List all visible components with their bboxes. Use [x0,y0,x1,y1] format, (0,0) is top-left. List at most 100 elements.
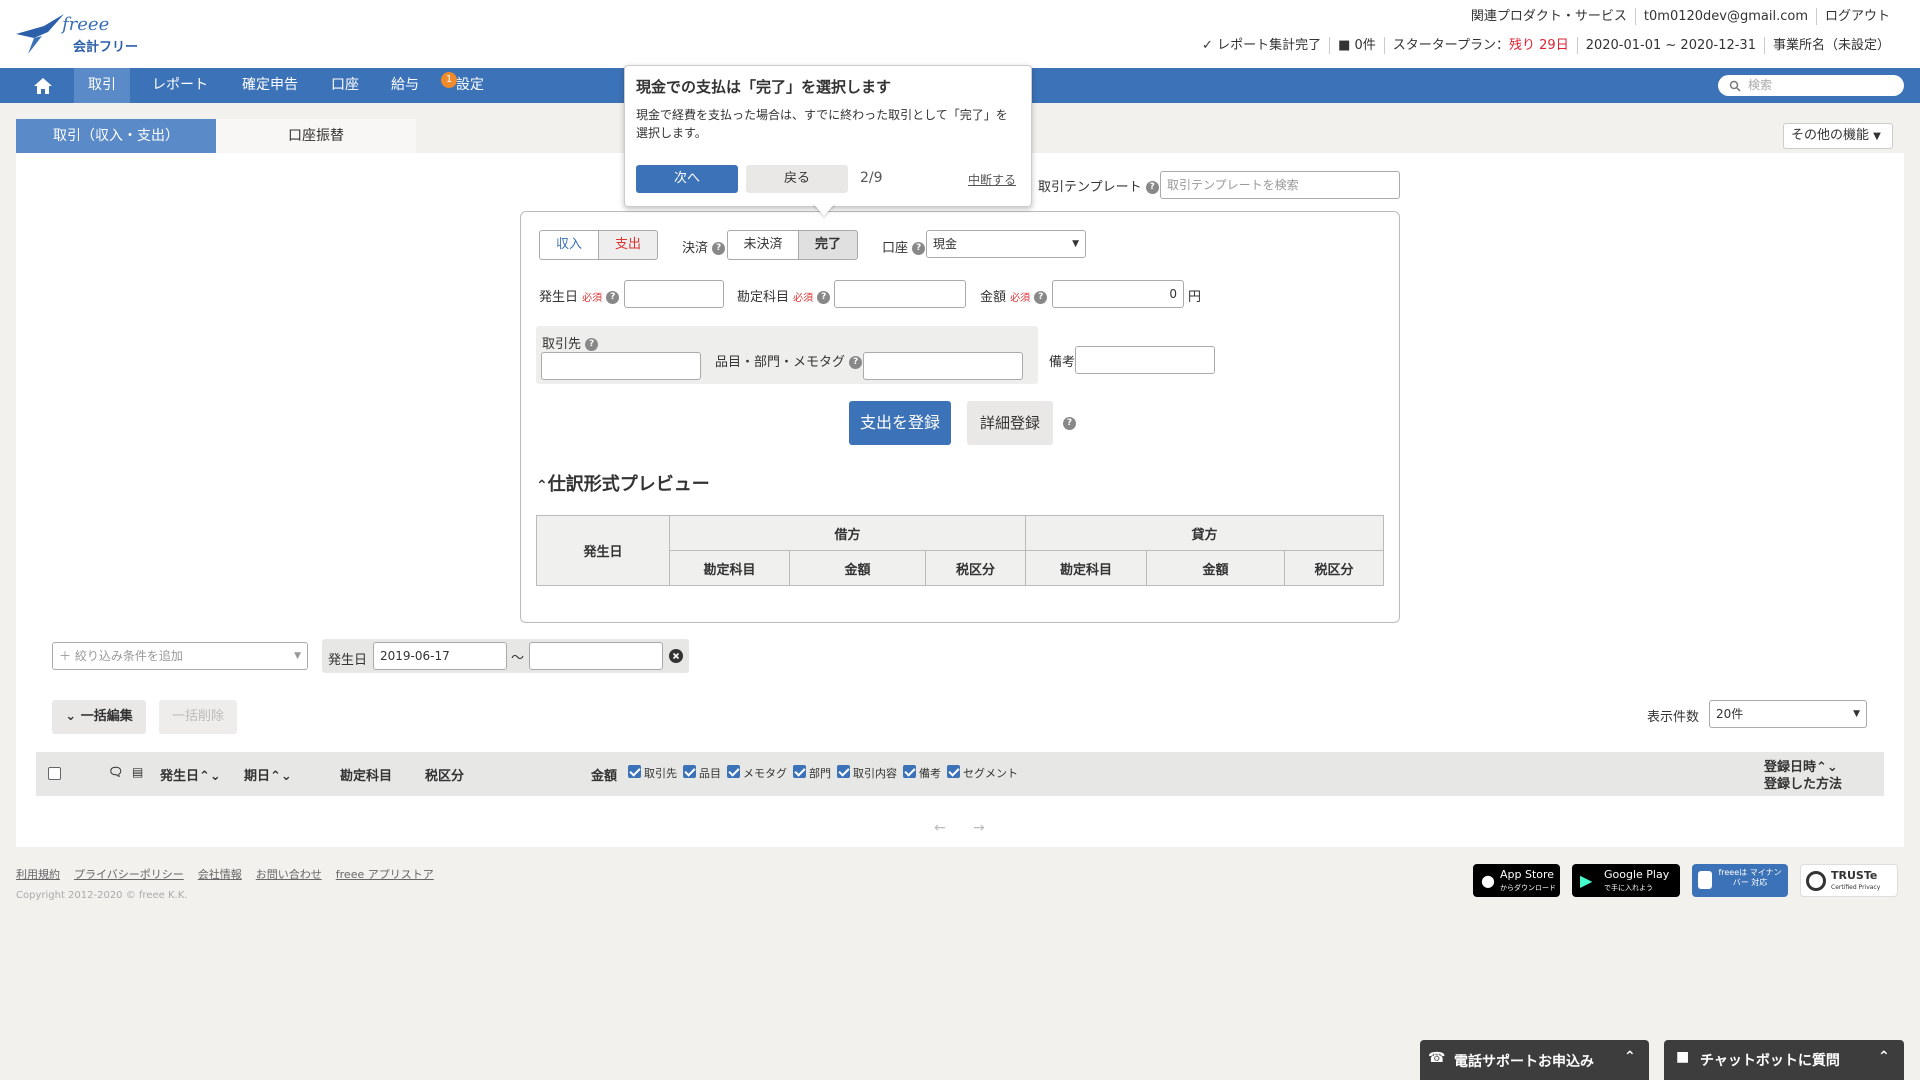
account-label: 口座 ? [882,237,926,256]
toggle-department[interactable]: 部門 [793,765,831,781]
toggle-note[interactable]: 備考 [903,765,941,781]
next-page-icon[interactable]: → [973,820,985,836]
sort-due[interactable]: 期日⌃⌄ [244,765,292,784]
plan-remaining: 残り 29日 [1509,38,1569,53]
status-bar: ✓ レポート集計完了 ■ 0件 スタータープラン：残り 29日 2020-01-… [1194,37,1898,54]
chatbot-bar[interactable]: ■ チャットボットに質問 ⌃ [1664,1040,1904,1080]
phone-support-bar[interactable]: ☎ 電話サポートお申込み ⌃ [1420,1040,1649,1080]
app-store-badge[interactable]: ● App Store からダウンロード [1473,864,1560,897]
sort-date[interactable]: 発生日⌃⌄ [160,765,221,784]
other-functions-dropdown[interactable]: その他の機能 ▼ [1783,123,1893,149]
col-amount: 金額 [591,769,618,784]
tooltip-arrow [812,202,836,216]
help-icon[interactable]: ? [585,338,599,351]
detail-register-button[interactable]: 詳細登録 [967,401,1053,445]
nav-home[interactable] [20,68,66,103]
help-icon[interactable]: ? [817,291,831,304]
chevron-down-icon: ▼ [1853,709,1860,719]
preview-toggle[interactable]: ⌃仕訳形式プレビュー [536,470,710,496]
tooltip-abort-link[interactable]: 中断する [968,171,1016,188]
tooltip-back-button[interactable]: 戻る [746,165,848,193]
toggle-memo-tag[interactable]: メモタグ [727,765,787,781]
filter-date-from[interactable]: 2019-06-17 [373,642,507,670]
preview-col-header: 金額 [1146,550,1285,586]
nav-reports[interactable]: レポート [140,68,220,103]
help-icon[interactable]: ? [606,291,620,304]
filter-date-to[interactable] [529,642,663,670]
help-icon[interactable]: ? [1145,181,1159,194]
clear-filter-icon[interactable] [669,649,683,663]
help-icon[interactable]: ? [849,356,863,369]
preview-credit-header: 貸方 [1025,515,1384,551]
comment-icon: 🗨 [108,765,124,779]
bulk-delete-button[interactable]: 一括削除 [159,700,237,734]
col-item: 勘定科目 [340,769,393,784]
prev-page-icon[interactable]: ← [934,820,946,836]
nav-accounts[interactable]: 口座 [320,68,370,103]
toggle-description[interactable]: 取引内容 [837,765,897,781]
privacy-link[interactable]: プライバシーポリシー [74,866,184,882]
nav-transactions[interactable]: 取引 [74,68,130,103]
mynumber-badge[interactable]: freeeは マイナンバー 対応 [1692,864,1788,897]
preview-col-header: 勘定科目 [669,550,790,586]
select-all-checkbox[interactable] [48,767,61,780]
terms-link[interactable]: 利用規約 [16,866,60,882]
toggle-partner[interactable]: 取引先 [628,765,677,781]
toggle-item[interactable]: 品目 [683,765,721,781]
template-search-input[interactable]: 取引テンプレートを検索 [1160,171,1400,199]
tab-transfer[interactable]: 口座振替 [216,119,416,153]
preview-col-header: 税区分 [925,550,1026,586]
partner-label: 取引先 ? [542,333,599,352]
company-link[interactable]: 会社情報 [198,866,242,882]
nav-payroll[interactable]: 給与 [380,68,430,103]
yen-unit: 円 [1188,290,1202,305]
help-icon[interactable]: ? [912,242,926,255]
partner-input[interactable] [541,352,701,380]
contact-link[interactable]: お問い合わせ [256,866,322,882]
toggle-segment[interactable]: セグメント [947,765,1018,781]
date-input[interactable] [624,280,724,308]
truste-badge[interactable]: TRUSTe Certified Privacy [1800,864,1898,897]
expense-toggle[interactable]: 支出 [598,230,658,260]
chevron-down-icon: ▼ [1873,131,1881,142]
logout-link[interactable]: ログアウト [1817,8,1898,25]
chat-icon: ■ [1676,1049,1690,1065]
unsettled-toggle[interactable]: 未決済 [727,230,799,260]
per-page-select[interactable]: 20件 ▼ [1709,700,1867,728]
chevron-down-icon: ⌄ [65,709,81,724]
preview-col-header: 税区分 [1284,550,1384,586]
account-item-input[interactable] [834,280,966,308]
income-toggle[interactable]: 収入 [539,230,599,260]
bulk-edit-button[interactable]: ⌄ 一括編集 [52,700,146,734]
add-filter-select[interactable]: ＋ 絞り込み条件を追加 ▼ [52,642,308,670]
chevron-up-icon: ⌃ [1878,1049,1890,1065]
user-email-link[interactable]: t0m0120dev@gmail.com [1636,8,1817,25]
tab-transactions[interactable]: 取引（収入・支出） [16,119,216,153]
plan-status[interactable]: スタータープラン：残り 29日 [1385,37,1578,54]
account-select[interactable]: 現金 ▼ [926,230,1086,258]
register-expense-button[interactable]: 支出を登録 [849,401,951,445]
help-icon[interactable]: ? [1063,417,1076,430]
messages-link[interactable]: ■ 0件 [1330,37,1385,54]
freee-bird-logo-icon[interactable] [14,12,66,56]
sort-icon: ⌃⌄ [199,769,221,784]
phone-icon: ☎ [1428,1050,1446,1066]
amount-label: 金額 必須 ? [980,286,1048,305]
settled-toggle[interactable]: 完了 [798,230,858,260]
search-input[interactable]: 検索 [1718,75,1904,96]
appstore-link[interactable]: freee アプリストア [336,866,434,882]
fiscal-period[interactable]: 2020-01-01 ~ 2020-12-31 [1578,37,1765,54]
amount-input[interactable]: 0 [1052,280,1184,308]
tags-input[interactable] [863,352,1023,380]
logo-product-name: 会計フリー [73,40,139,55]
related-products-link[interactable]: 関連プロダクト・サービス [1463,8,1636,25]
google-play-badge[interactable]: ▶ Google Play で手に入れよう [1572,864,1680,897]
office-name[interactable]: 事業所名（未設定） [1765,37,1898,54]
help-icon[interactable]: ? [1034,291,1048,304]
top-links: 関連プロダクト・サービス t0m0120dev@gmail.com ログアウト [1463,8,1898,25]
help-icon[interactable]: ? [712,242,726,255]
note-input[interactable] [1075,346,1215,374]
check-icon: ✓ [1202,38,1218,53]
tooltip-next-button[interactable]: 次へ [636,165,738,193]
nav-tax-return[interactable]: 確定申告 [230,68,310,103]
